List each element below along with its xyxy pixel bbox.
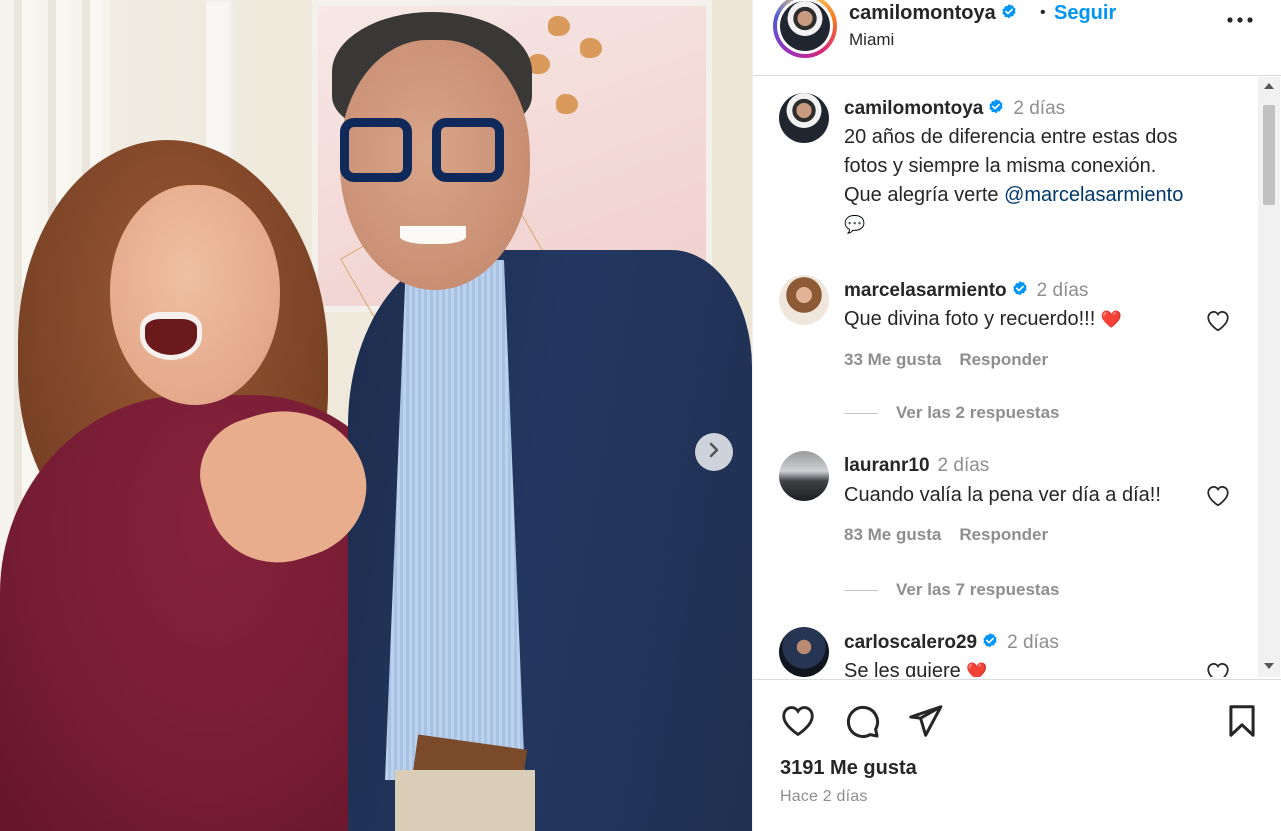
comment-time[interactable]: 2 días [938,455,990,476]
comment-avatar[interactable] [779,451,829,501]
story-ring[interactable] [773,0,837,58]
reply-button[interactable]: Responder [959,525,1048,544]
verified-badge-icon [1011,280,1029,298]
man-pants [395,770,535,831]
comment-text-body: Se les quiere [844,660,967,677]
post-location[interactable]: Miami [849,30,894,50]
more-options-icon[interactable] [1225,8,1255,32]
comment-text-body: Que divina foto y recuerdo!!! [844,308,1101,330]
carousel-next-button[interactable] [695,433,733,471]
door-frame [206,0,234,170]
author-username[interactable]: camilomontoya [849,2,1018,25]
view-replies-label[interactable]: Ver las 7 respuestas [896,580,1060,600]
send-icon[interactable] [906,702,944,740]
follow-button[interactable]: Seguir [1054,2,1116,25]
caption-line-3-text: Que alegría verte [844,184,1005,206]
view-replies-button[interactable]: Ver las 2 respuestas [844,403,1060,423]
comment-username[interactable]: lauranr10 [844,455,930,476]
comments-list[interactable]: camilomontoya 2 días 20 años de diferenci… [753,77,1258,677]
post-photo [0,0,752,831]
comment-meta: 83 Me gusta Responder [844,525,1066,545]
reply-button[interactable]: Responder [959,350,1048,369]
view-replies-label[interactable]: Ver las 2 respuestas [896,403,1060,423]
man-smile [400,226,466,244]
comment-header: lauranr10 2 días [844,451,989,481]
heart-icon[interactable] [779,702,817,740]
comment-meta: 33 Me gusta Responder [844,350,1066,370]
verified-badge-icon [1000,3,1018,21]
view-replies-button[interactable]: Ver las 7 respuestas [844,580,1060,600]
author-avatar[interactable] [780,1,830,51]
comment-header: marcelasarmiento 2 días [844,276,1088,306]
comment-username[interactable]: carloscalero29 [844,632,977,653]
caption-line-2: fotos y siempre la misma conexión. [844,155,1157,177]
post-timestamp[interactable]: Hace 2 días [780,788,868,806]
comment-like-heart-icon[interactable] [1205,308,1231,332]
caption-time[interactable]: 2 días [1013,98,1065,119]
caption-line-3: Que alegría verte @marcelasarmiento [844,181,1183,211]
verified-badge-icon [981,632,999,650]
caption-line-1: 20 años de diferencia entre estas dos [844,126,1178,148]
heart-emoji: ❤️ [1100,310,1122,329]
post-actions: 3191 Me gusta Hace 2 días [753,679,1281,831]
heart-emoji: ❤️ [966,662,988,677]
comment-time[interactable]: 2 días [1007,632,1059,653]
scrollbar-thumb[interactable] [1263,105,1275,205]
caption-author-avatar[interactable] [779,93,829,143]
post-header: camilomontoya • Seguir Miami [753,0,1281,76]
man-glasses [340,118,510,198]
chevron-right-icon [707,442,721,463]
header-separator: • [1040,4,1046,21]
scroll-down-arrow-icon[interactable] [1264,663,1274,669]
comment-like-heart-icon[interactable] [1205,483,1231,507]
mention-link[interactable]: @marcelasarmiento [1004,184,1183,206]
author-username-text[interactable]: camilomontoya [849,2,996,24]
man-shirt [385,260,525,780]
comment-username[interactable]: marcelasarmiento [844,280,1007,301]
bookmark-icon[interactable] [1223,702,1261,740]
comment-avatar[interactable] [779,275,829,325]
comment-likes-count[interactable]: 33 Me gusta [844,350,941,369]
comment-avatar[interactable] [779,627,829,677]
comments-scrollbar[interactable] [1258,77,1280,677]
post-side-panel: camilomontoya • Seguir Miami camilomonto… [752,0,1281,831]
comment-likes-count[interactable]: 83 Me gusta [844,525,941,544]
caption-header: camilomontoya 2 días [844,94,1065,124]
woman-face [110,185,280,405]
comment-like-heart-icon[interactable] [1205,660,1231,677]
comment-icon[interactable] [843,702,881,740]
comment-header: carloscalero29 2 días [844,628,1059,658]
comment-text: Se les quiere ❤️ [844,657,987,677]
comment-text: Cuando valía la pena ver día a día!! [844,484,1161,506]
comment-text: Que divina foto y recuerdo!!! ❤️ [844,305,1122,335]
woman-mouth [140,312,202,360]
caption-author-username[interactable]: camilomontoya [844,98,983,119]
likes-count[interactable]: 3191 Me gusta [780,757,917,780]
comment-time[interactable]: 2 días [1037,280,1089,301]
caption-emoji: 💬 [844,215,866,234]
verified-badge-icon [987,98,1005,116]
scroll-up-arrow-icon[interactable] [1264,83,1274,89]
